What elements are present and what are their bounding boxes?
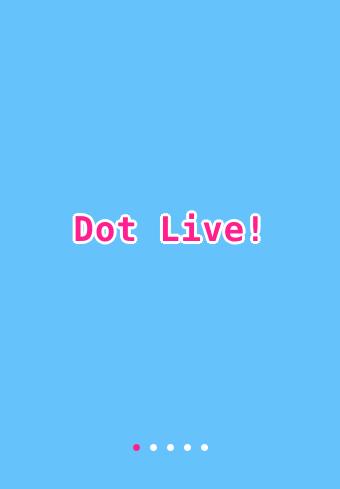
page-dot-4[interactable] — [183, 444, 191, 451]
page-dot-5[interactable] — [200, 444, 208, 451]
page-dot-1[interactable] — [132, 444, 140, 451]
page-indicator — [0, 444, 340, 451]
page-dot-3[interactable] — [166, 444, 174, 451]
splash-screen: Dot Live! — [0, 0, 340, 489]
page-dot-2[interactable] — [149, 444, 157, 451]
app-logo: Dot Live! — [0, 208, 340, 252]
app-logo-text: Dot Live! — [73, 210, 267, 250]
